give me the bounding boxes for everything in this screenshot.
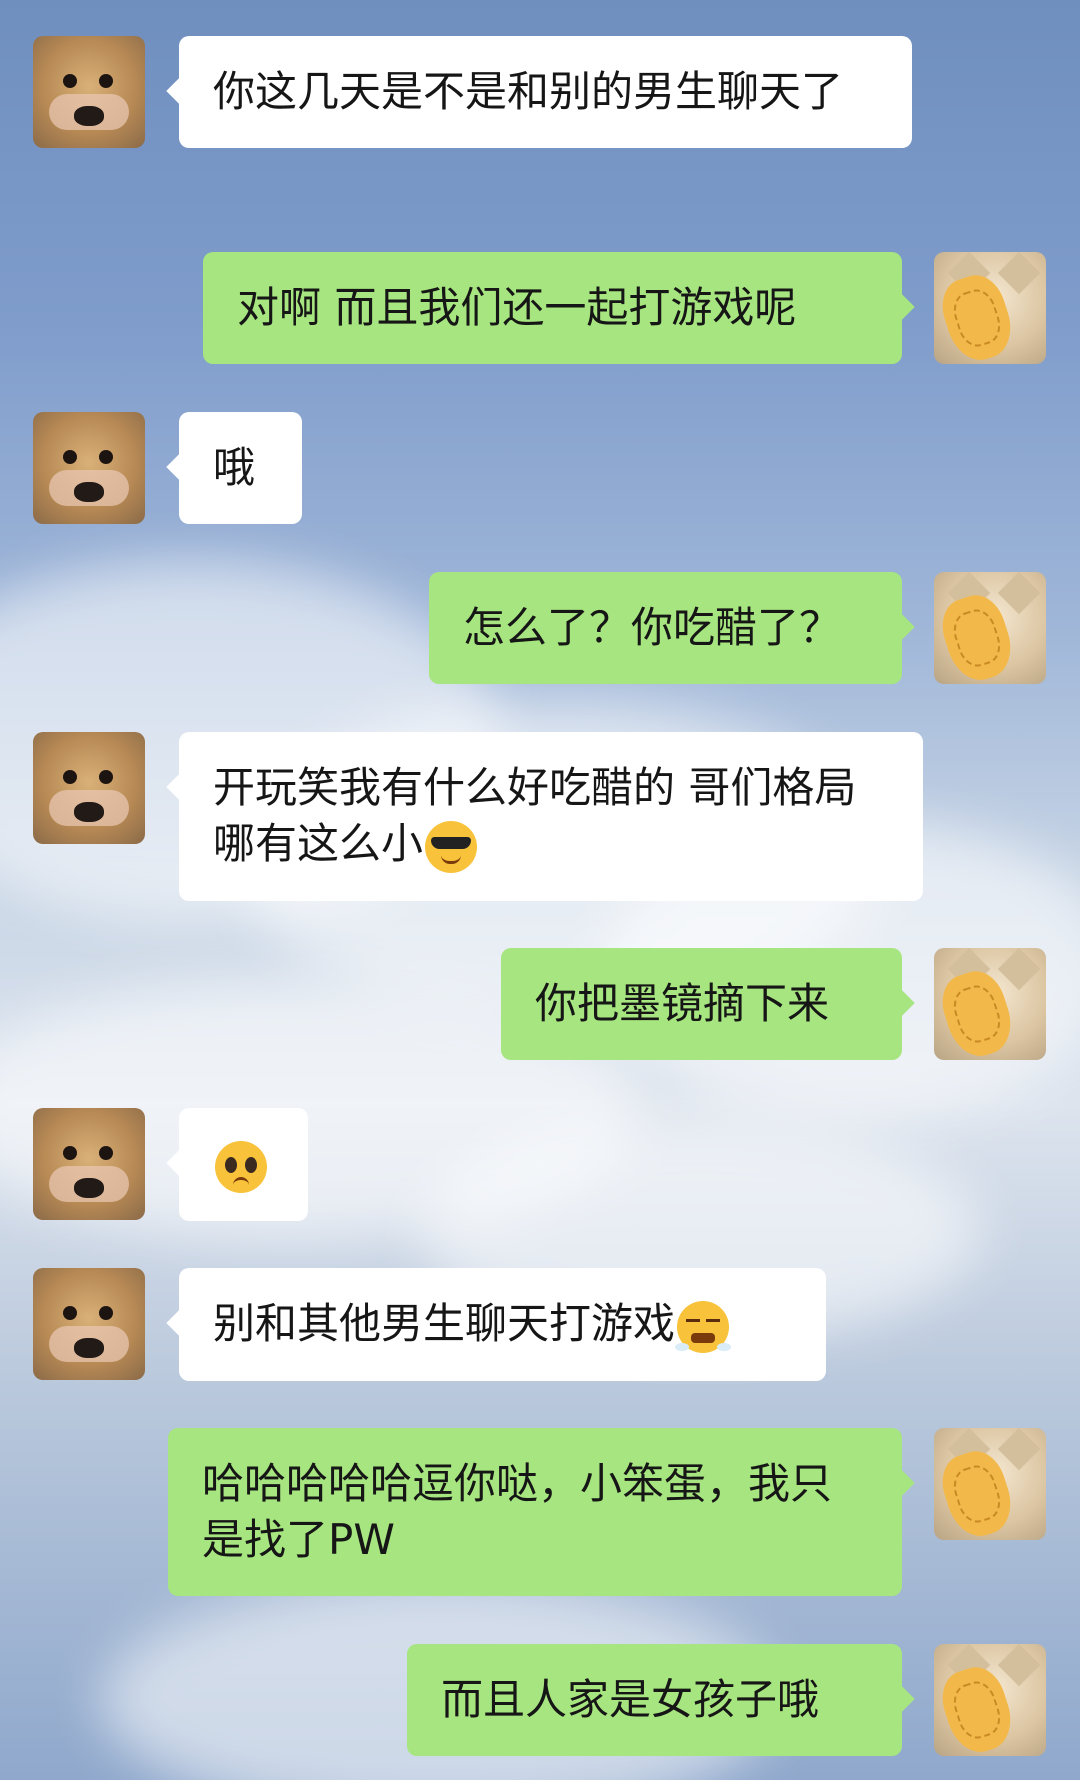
- message-text: 开玩笑我有什么好吃醋的 哥们格局哪有这么小: [213, 763, 857, 868]
- message-bubble[interactable]: 别和其他男生聊天打游戏: [166, 1268, 826, 1381]
- face-with-steam-from-nose-emoji-icon: [675, 1300, 732, 1353]
- contact-avatar[interactable]: [33, 732, 145, 844]
- self-avatar[interactable]: [934, 948, 1046, 1060]
- message-text: 别和其他男生聊天打游戏: [213, 1299, 676, 1348]
- message-text: 哈哈哈哈哈逗你哒，小笨蛋，我只是找了PW: [202, 1459, 833, 1564]
- message-text: 而且人家是女孩子哦: [441, 1675, 820, 1724]
- message-text: 对啊 而且我们还一起打游戏呢: [237, 283, 797, 332]
- message-bubble[interactable]: 而且人家是女孩子哦: [407, 1644, 915, 1756]
- message-bubble[interactable]: 你这几天是不是和别的男生聊天了: [166, 36, 912, 148]
- self-avatar[interactable]: [934, 572, 1046, 684]
- message-bubble[interactable]: [166, 1108, 308, 1221]
- contact-avatar[interactable]: [33, 412, 145, 524]
- message-bubble[interactable]: 你把墨镜摘下来: [501, 948, 915, 1060]
- chat-message-list: 你这几天是不是和别的男生聊天了 对啊 而且我们还一起打游戏呢 哦 怎么了？你吃醋…: [0, 0, 1080, 1780]
- message-bubble[interactable]: 开玩笑我有什么好吃醋的 哥们格局哪有这么小: [166, 732, 923, 901]
- self-avatar[interactable]: [934, 252, 1046, 364]
- self-avatar[interactable]: [934, 1644, 1046, 1756]
- message-text: 怎么了？你吃醋了？: [463, 603, 842, 652]
- message-text: 你把墨镜摘下来: [535, 979, 830, 1028]
- message-bubble[interactable]: 哈哈哈哈哈逗你哒，小笨蛋，我只是找了PW: [168, 1428, 915, 1596]
- self-avatar[interactable]: [934, 1428, 1046, 1540]
- message-text: 哦: [213, 443, 256, 492]
- contact-avatar[interactable]: [33, 1108, 145, 1220]
- message-bubble[interactable]: 怎么了？你吃醋了？: [429, 572, 915, 684]
- pleading-face-emoji-icon: [215, 1140, 267, 1193]
- contact-avatar[interactable]: [33, 1268, 145, 1380]
- message-text: 你这几天是不是和别的男生聊天了: [213, 67, 844, 116]
- message-bubble[interactable]: 对啊 而且我们还一起打游戏呢: [203, 252, 915, 364]
- message-bubble[interactable]: 哦: [166, 412, 302, 524]
- contact-avatar[interactable]: [33, 36, 145, 148]
- smiling-face-with-sunglasses-emoji-icon: [425, 820, 478, 873]
